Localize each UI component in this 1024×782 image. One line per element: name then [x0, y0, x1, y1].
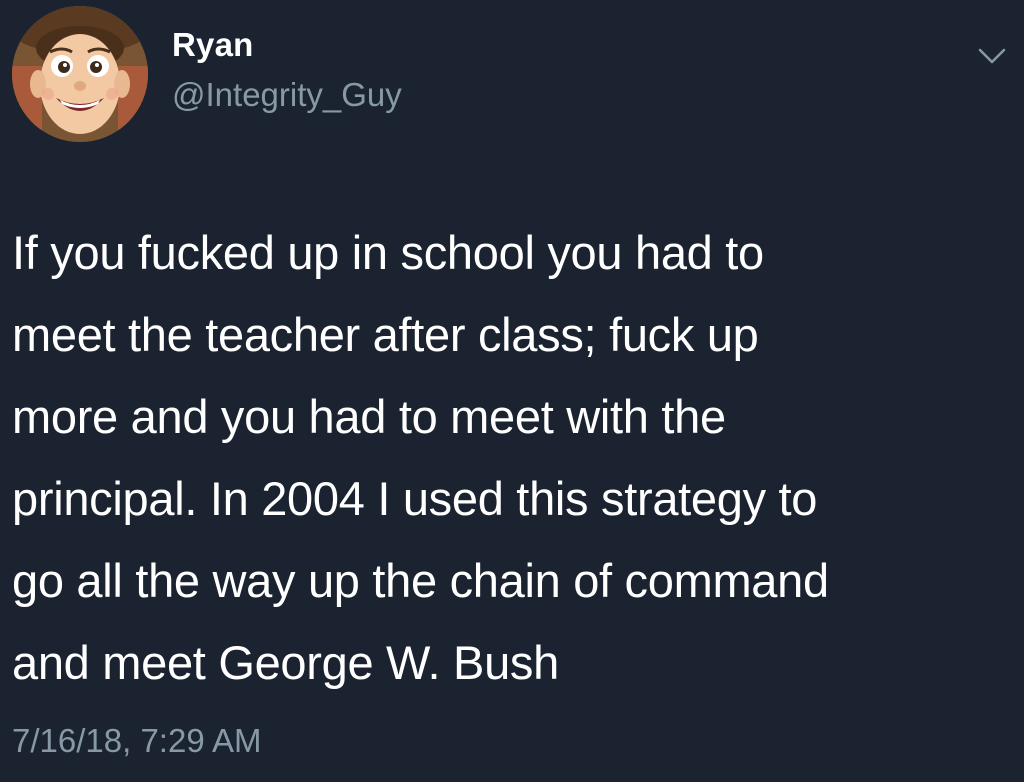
tweet-text: If you fucked up in school you had to me…: [12, 226, 829, 689]
tweet-timestamp[interactable]: 7/16/18, 7:29 AM: [12, 722, 262, 760]
cowboy-avatar-icon: [12, 6, 148, 142]
tweet-card: Ryan @Integrity_Guy If you fucked up in …: [0, 0, 1024, 782]
chevron-down-icon[interactable]: [972, 40, 1012, 70]
user-handle[interactable]: @Integrity_Guy: [172, 76, 402, 114]
display-name[interactable]: Ryan: [172, 26, 254, 64]
avatar[interactable]: [12, 6, 148, 142]
